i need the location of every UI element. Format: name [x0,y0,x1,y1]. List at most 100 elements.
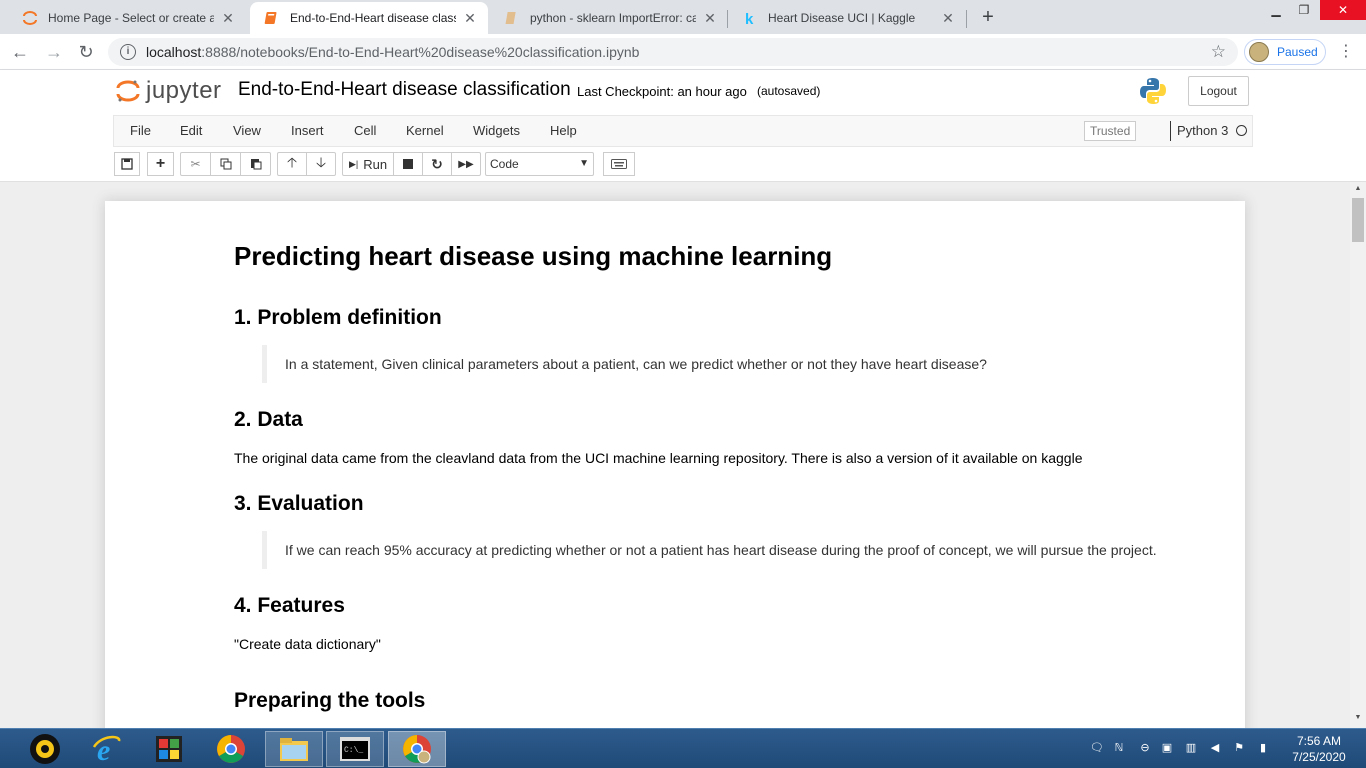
chrome-profile-icon [403,735,431,764]
tab-kaggle[interactable]: k Heart Disease UCI | Kaggle ✕ [728,2,966,34]
move-up-button[interactable]: 🡡 [277,152,307,176]
run-label: Run [363,156,388,172]
browser-tab-strip: Home Page - Select or create a n ✕ End-t… [0,0,1366,34]
close-tab-icon[interactable]: ✕ [462,10,478,27]
restart-button[interactable]: ↻ [422,152,452,176]
reload-icon[interactable]: ↻ [74,40,98,64]
save-button[interactable] [114,152,140,176]
tray-device-icon[interactable]: ▥ [1184,741,1198,755]
scissors-icon: ✂ [190,157,201,171]
tab-home-page[interactable]: Home Page - Select or create a n ✕ [8,2,246,34]
interrupt-button[interactable] [393,152,423,176]
section-heading[interactable]: 1. Problem definition [234,306,442,330]
copy-button[interactable] [210,152,241,176]
taskbar-chrome[interactable] [202,731,260,767]
taskbar-app-colorful[interactable] [140,731,198,767]
scrollbar-thumb[interactable] [1352,198,1364,242]
kernel-idle-icon [1236,125,1247,136]
bookmark-star-icon[interactable]: ☆ [1211,42,1226,62]
url-host: localhost [146,44,202,60]
section-heading[interactable]: 3. Evaluation [234,492,364,516]
tray-chat-icon[interactable]: 🗨 [1090,741,1104,755]
blockquote[interactable]: In a statement, Given clinical parameter… [262,345,987,383]
restart-icon: ↻ [431,155,443,172]
site-info-icon[interactable]: i [120,44,136,60]
arrow-down-icon: 🡣 [315,154,327,170]
insert-cell-button[interactable]: + [147,152,174,176]
blockquote[interactable]: If we can reach 95% accuracy at predicti… [262,531,1157,569]
section-heading[interactable]: 2. Data [234,408,303,432]
tray-volume-icon[interactable]: ◀ [1208,741,1222,755]
restore-icon[interactable]: ❐ [1290,0,1318,20]
menu-edit[interactable]: Edit [180,116,202,146]
run-button[interactable]: ▶︎| Run [342,152,394,176]
tray-status-icon[interactable]: ⊖ [1138,741,1152,755]
windows-taskbar: e C:\_ 🗨 ℕ ⊖ ▣ ▥ ◀ ⚑ ▮ 7:56 AM 7/25/2020 [0,728,1366,768]
section-heading[interactable]: Preparing the tools [234,689,425,713]
tray-language-icon[interactable]: ℕ [1112,741,1126,755]
close-tab-icon[interactable]: ✕ [220,10,236,27]
cut-button[interactable]: ✂ [180,152,211,176]
plus-icon: + [155,155,166,172]
kaggle-favicon-icon: k [745,11,754,26]
menu-view[interactable]: View [233,116,261,146]
taskbar-chrome-active[interactable] [388,731,446,767]
svg-text:C:\_: C:\_ [344,746,363,755]
close-tab-icon[interactable]: ✕ [940,10,956,27]
tray-app-icon[interactable]: ▣ [1160,741,1174,755]
jupyter-logo[interactable]: jupyter [116,76,222,106]
scroll-up-icon[interactable]: ▲ [1350,185,1366,192]
menu-widgets[interactable]: Widgets [473,116,520,146]
chevron-down-icon: ▼ [579,158,589,169]
notebook-menubar: File Edit View Insert Cell Kernel Widget… [113,115,1253,147]
menu-insert[interactable]: Insert [291,116,324,146]
section-heading[interactable]: 4. Features [234,594,345,618]
restart-run-all-button[interactable]: ▶▶ [451,152,481,176]
cell-type-value: Code [490,157,519,171]
vertical-scrollbar[interactable]: ▲ ▼ [1350,182,1366,728]
close-tab-icon[interactable]: ✕ [702,10,718,27]
taskbar-command-prompt[interactable]: C:\_ [326,731,384,767]
scroll-down-icon[interactable]: ▼ [1350,714,1366,721]
svg-text:k: k [745,11,754,26]
avatar [1249,42,1269,62]
jupyter-header: jupyter End-to-End-Heart disease classif… [0,70,1366,182]
menu-kernel[interactable]: Kernel [406,116,444,146]
paragraph[interactable]: The original data came from the cleavlan… [234,450,1082,466]
checkpoint-status: Last Checkpoint: an hour ago [577,84,747,99]
notebook-page: Predicting heart disease using machine l… [105,201,1245,728]
menu-help[interactable]: Help [550,116,577,146]
close-window-icon[interactable]: ✕ [1320,0,1366,20]
move-down-button[interactable]: 🡣 [306,152,336,176]
autosave-status: (autosaved) [757,84,821,98]
address-bar[interactable]: i localhost:8888/notebooks/End-to-End-He… [108,38,1238,66]
paragraph[interactable]: "Create data dictionary" [234,636,381,652]
notebook-favicon-icon [264,12,277,24]
command-palette-button[interactable] [603,152,635,176]
chrome-icon [217,735,245,763]
logout-button[interactable]: Logout [1188,76,1249,106]
kernel-name: Python 3 [1170,121,1228,141]
more-menu-icon[interactable]: ⋮ [1338,42,1354,62]
tab-notebook[interactable]: End-to-End-Heart disease classifi ✕ [250,2,488,34]
jupyter-logo-icon [116,80,140,102]
profile-button[interactable]: Paused [1244,39,1326,65]
taskbar-ie[interactable]: e [78,731,136,767]
tray-signal-icon[interactable]: ▮ [1256,741,1270,755]
minimize-icon[interactable]: ▁ [1262,0,1290,20]
taskbar-file-explorer[interactable] [265,731,323,767]
tray-network-warning-icon[interactable]: ⚑ [1232,741,1246,755]
tab-stackoverflow[interactable]: python - sklearn ImportError: can ✕ [490,2,728,34]
trusted-indicator[interactable]: Trusted [1084,121,1137,141]
taskbar-clock[interactable]: 7:56 AM 7/25/2020 [1286,733,1352,765]
start-button[interactable] [16,731,74,767]
forward-icon[interactable]: → [42,40,66,64]
menu-cell[interactable]: Cell [354,116,376,146]
cell-type-select[interactable]: Code ▼ [485,152,594,176]
notebook-title[interactable]: End-to-End-Heart disease classification [238,79,571,101]
notebook-heading[interactable]: Predicting heart disease using machine l… [234,241,832,272]
back-icon[interactable]: ← [8,40,32,64]
menu-file[interactable]: File [130,116,151,146]
paste-button[interactable] [240,152,271,176]
new-tab-button[interactable]: + [978,6,998,28]
